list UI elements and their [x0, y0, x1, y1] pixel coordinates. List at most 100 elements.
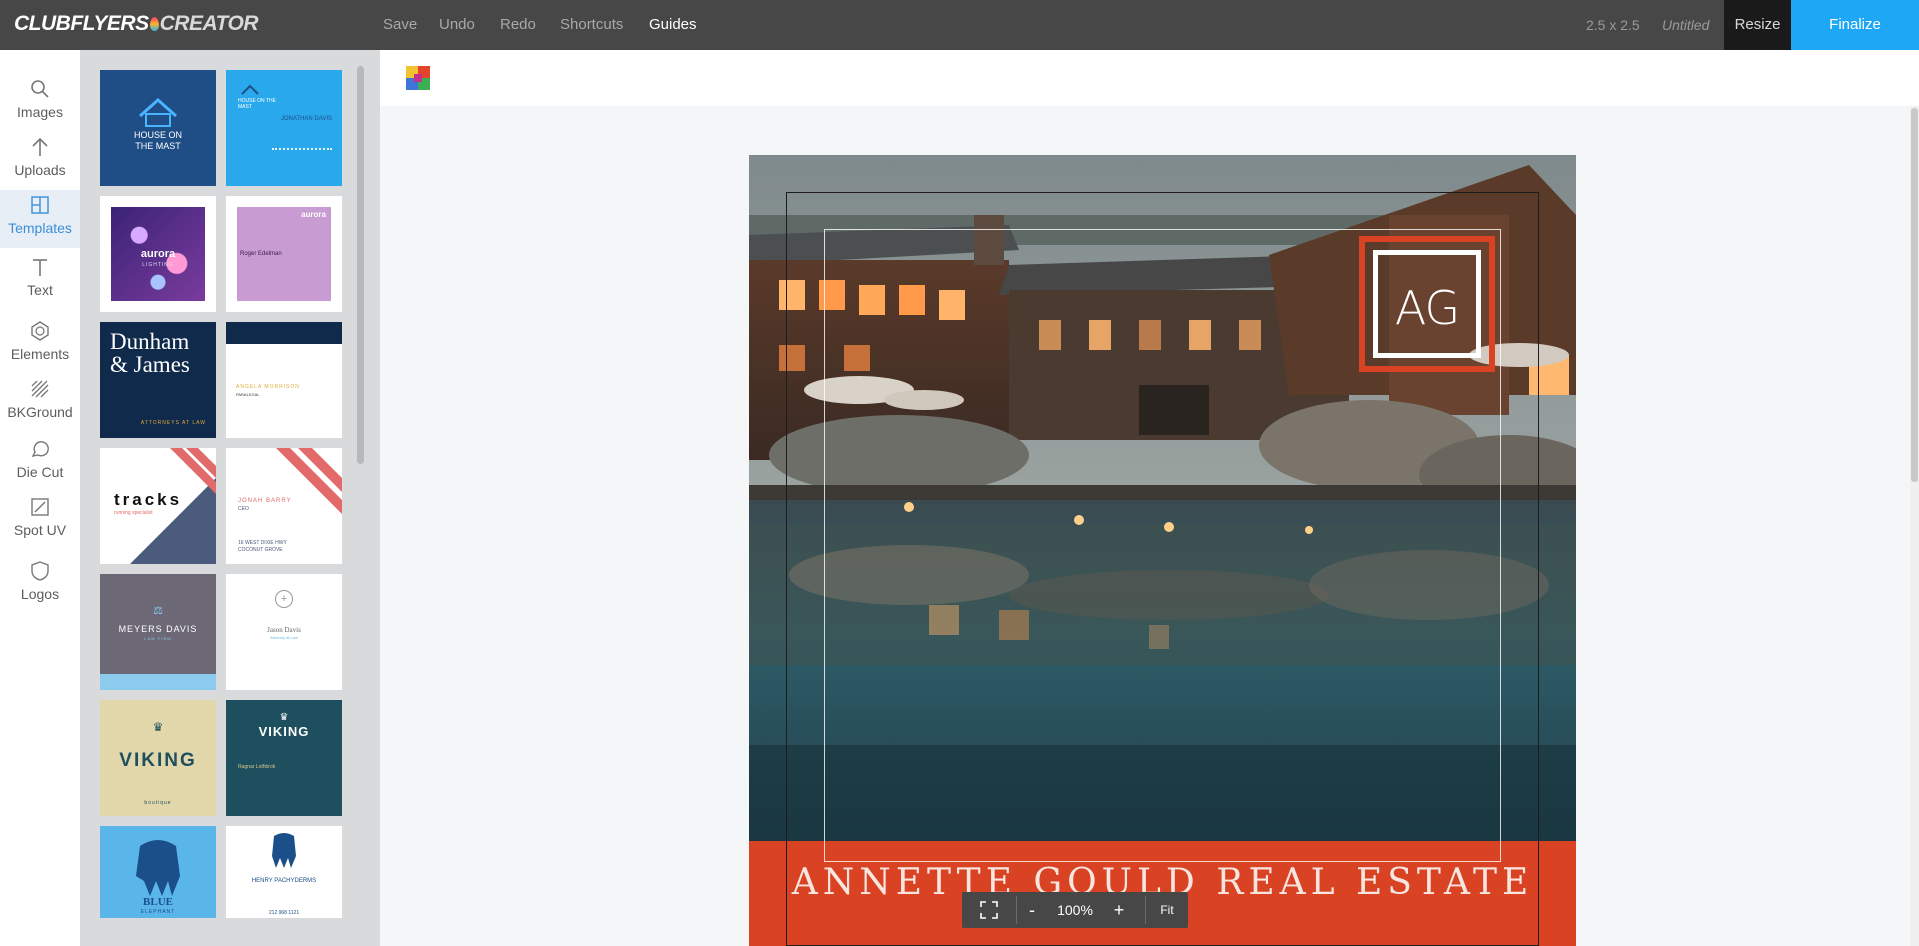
template-text: PARALEGAL — [236, 392, 260, 397]
template-text: running specialist — [114, 510, 153, 516]
template-text: HENRY PACHYDERMS — [251, 878, 317, 884]
monogram-text: AG — [1394, 281, 1460, 335]
rail-label: Images — [17, 104, 63, 120]
search-icon — [31, 80, 49, 98]
canvas-toolbar — [380, 50, 1919, 106]
logo-main-text: CLUBFLYERS — [14, 12, 149, 35]
template-text: Dunham — [110, 329, 190, 354]
resize-button[interactable]: Resize — [1724, 0, 1791, 50]
rail-label: Elements — [10, 346, 70, 362]
template-text: VIKING — [258, 724, 310, 739]
elephant-icon — [272, 833, 296, 868]
template-thumb[interactable]: ⚖ MEYERS DAVIS LAW FIRM — [100, 574, 216, 690]
template-thumb[interactable]: ANGELA MORRISON PARALEGAL — [226, 322, 342, 438]
template-text: LIGHTING — [142, 262, 174, 268]
finalize-button[interactable]: Finalize — [1791, 0, 1919, 50]
template-text: aurora — [301, 210, 326, 219]
template-text: VIKING — [119, 750, 197, 771]
fit-button[interactable]: Fit — [1146, 892, 1188, 928]
template-thumb[interactable]: HENRY PACHYDERMS 212 968 1121 — [226, 826, 342, 918]
template-text: 212 968 1121 — [268, 910, 300, 916]
monogram-inner-frame: AG — [1373, 250, 1481, 358]
zoom-control: - 100% + Fit — [962, 892, 1188, 928]
template-text: & James — [110, 352, 190, 377]
save-button[interactable]: Save — [383, 16, 417, 33]
fullscreen-button[interactable] — [962, 892, 1016, 928]
rail-item-templates[interactable]: Templates — [0, 190, 80, 248]
rail-item-spot-uv[interactable]: Spot UV — [0, 496, 80, 552]
guides-button[interactable]: Guides — [649, 16, 697, 33]
viking-helmet-icon: ♛ — [279, 712, 289, 723]
undo-button[interactable]: Undo — [439, 16, 475, 33]
rail-label: Spot UV — [13, 522, 67, 538]
template-thumb[interactable]: BLUE ELEPHANT — [100, 826, 216, 918]
rail-item-die-cut[interactable]: Die Cut — [0, 438, 80, 494]
template-text: THE MAST — [135, 141, 181, 151]
template-text: HOUSE ON THE MAST — [238, 98, 276, 110]
template-text: ELEPHANT — [140, 909, 176, 915]
clubflyers-logo[interactable]: CLUBFLYERS CREATOR — [14, 12, 259, 36]
template-footer-band — [100, 674, 216, 690]
template-thumb[interactable]: ♛ VIKING Ragnar Lothbrok — [226, 700, 342, 816]
template-thumb[interactable]: HOUSE ON THE MAST — [100, 70, 216, 186]
template-thumb[interactable]: tracks running specialist — [100, 448, 216, 564]
template-text: HOUSE ON — [133, 130, 182, 140]
shield-icon — [31, 561, 49, 581]
template-thumb[interactable]: Dunham & James ATTORNEYS AT LAW — [100, 322, 216, 438]
template-thumb[interactable]: aurora Roger Edelman — [226, 196, 342, 312]
template-thumb[interactable]: + Jason Davis Attorney at Law — [226, 574, 342, 690]
rail-item-bkground[interactable]: BKGround — [0, 378, 80, 434]
template-text: Attorney at Law — [270, 635, 298, 640]
template-text: Ragnar Lothbrok — [238, 764, 276, 770]
rail-label: Templates — [8, 220, 72, 236]
zoom-level: 100% — [1057, 902, 1093, 918]
logo-drop-icon — [149, 17, 159, 31]
rail-item-elements[interactable]: Elements — [0, 320, 80, 376]
rail-label: Uploads — [14, 162, 66, 178]
template-text: 16 WEST DIXIE HWY — [238, 540, 287, 546]
monogram-logo[interactable]: AG — [1359, 236, 1495, 372]
document-title[interactable]: Untitled — [1662, 17, 1709, 33]
template-text: Jason Davis — [267, 626, 301, 634]
design-canvas[interactable]: ANNETTE GOULD REAL ESTATE AG — [749, 155, 1576, 946]
rail-item-logos[interactable]: Logos — [0, 560, 80, 616]
templates-icon — [31, 196, 49, 214]
tool-rail: Images Uploads Templates Text Elements B… — [0, 50, 80, 946]
template-text: boutique — [144, 800, 172, 806]
canvas-scrollbar[interactable] — [1910, 106, 1919, 946]
zoom-out-button[interactable]: - — [1017, 892, 1047, 928]
template-thumb[interactable]: aurora LIGHTING — [100, 196, 216, 312]
redo-button[interactable]: Redo — [500, 16, 536, 33]
rail-label: BKGround — [7, 404, 73, 420]
template-text: CEO — [238, 506, 249, 512]
background-pattern-icon — [31, 380, 49, 398]
rail-item-images[interactable]: Images — [0, 78, 80, 134]
rail-label: Logos — [20, 586, 60, 602]
upload-arrow-icon — [32, 137, 48, 156]
shortcuts-button[interactable]: Shortcuts — [560, 16, 623, 33]
logo-sub-text: CREATOR — [159, 12, 259, 35]
spot-uv-icon — [31, 498, 49, 516]
rail-item-text[interactable]: Text — [0, 256, 80, 312]
rail-label: Text — [27, 282, 53, 298]
template-text: ANGELA MORRISON — [236, 384, 300, 390]
template-text: aurora — [140, 248, 176, 260]
template-text: MEYERS DAVIS — [118, 624, 198, 634]
plus-circle-icon: + — [275, 590, 293, 608]
house-icon — [139, 97, 177, 127]
top-bar: CLUBFLYERS CREATOR Save Undo Redo Shortcu… — [0, 0, 1919, 50]
templates-scrollbar[interactable] — [357, 66, 364, 464]
template-text: Roger Edelman — [240, 251, 282, 257]
color-palette-icon[interactable] — [406, 66, 430, 90]
zoom-in-button[interactable]: + — [1103, 892, 1135, 928]
template-thumb[interactable]: HOUSE ON THE MAST JONATHAN DAVIS — [226, 70, 342, 186]
template-text: tracks — [114, 490, 183, 509]
rail-item-uploads[interactable]: Uploads — [0, 136, 80, 192]
die-cut-icon — [31, 441, 49, 457]
template-text: COCONUT GROVE — [238, 547, 283, 553]
elements-icon — [31, 321, 49, 341]
template-text: BLUE — [143, 896, 173, 908]
canvas-scrollbar-thumb[interactable] — [1911, 108, 1918, 482]
template-thumb[interactable]: JONAH BARRY CEO 16 WEST DIXIE HWY COCONU… — [226, 448, 342, 564]
template-thumb[interactable]: ♛ VIKING boutique — [100, 700, 216, 816]
